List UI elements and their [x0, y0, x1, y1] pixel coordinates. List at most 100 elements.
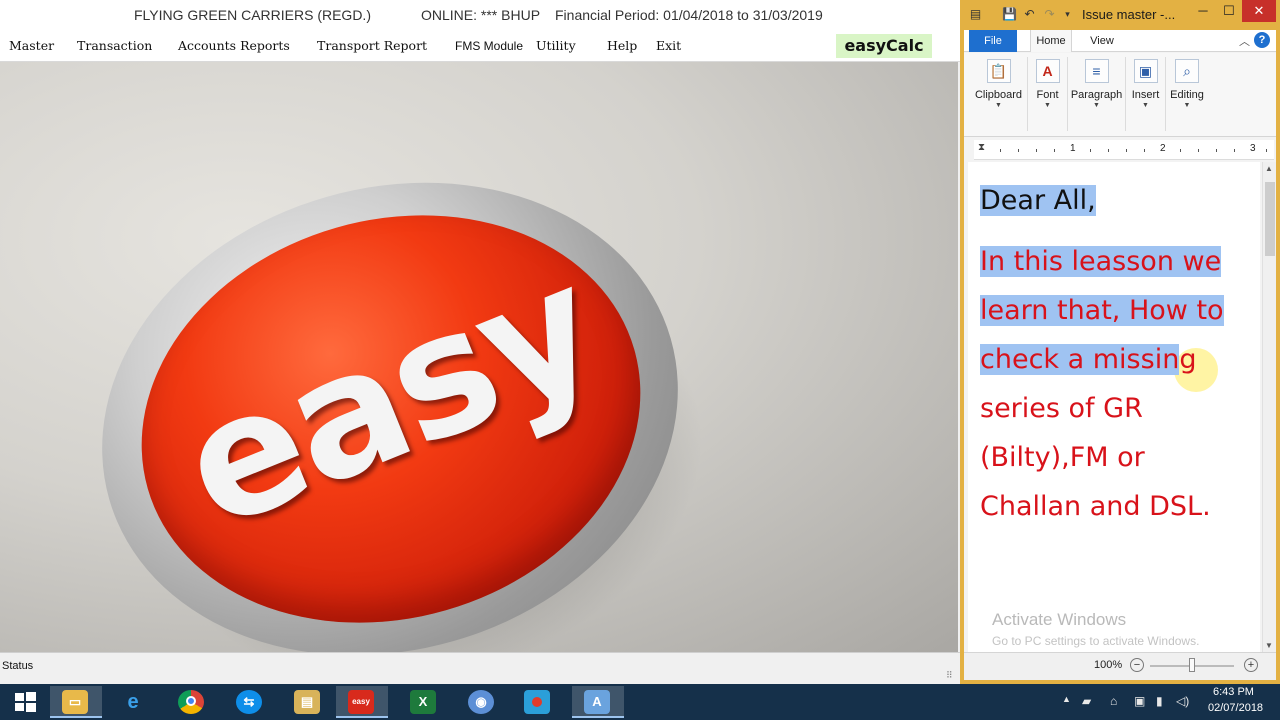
app-status-bar: Status ⠿: [0, 652, 960, 684]
app-title-period: Financial Period: 01/04/2018 to 31/03/20…: [555, 7, 823, 23]
doc-line-5: (Bilty),FM or: [980, 442, 1145, 473]
chevron-down-icon: ▼: [1093, 102, 1100, 109]
resize-grip-icon[interactable]: ⠿: [946, 670, 956, 680]
tab-view[interactable]: View: [1084, 30, 1120, 52]
document-text[interactable]: Dear All, In this leasson we learn that,…: [980, 176, 1250, 531]
menu-transaction[interactable]: Transaction: [77, 38, 152, 53]
scroll-thumb[interactable]: [1265, 182, 1275, 256]
customize-toolbar-icon[interactable]: ▾: [1060, 7, 1075, 22]
scroll-down-icon[interactable]: ▼: [1265, 641, 1273, 650]
scroll-up-icon[interactable]: ▲: [1265, 164, 1273, 173]
insert-picture-icon: ▣: [1133, 59, 1158, 83]
zoom-percent: 100%: [1094, 659, 1123, 671]
file-explorer-icon: ▭: [62, 690, 88, 714]
action-center-icon[interactable]: ▰: [1082, 694, 1091, 708]
indent-marker-icon[interactable]: ⧗: [978, 142, 985, 153]
ribbon-insert[interactable]: ▣ Insert ▼: [1126, 57, 1166, 131]
volume-icon[interactable]: ◁): [1176, 694, 1189, 708]
minimize-button[interactable]: ─: [1190, 0, 1216, 22]
zoom-in-button[interactable]: +: [1244, 658, 1258, 672]
paragraph-icon: ≡: [1084, 59, 1109, 83]
close-button[interactable]: ✕: [1242, 0, 1276, 22]
easycalc-button[interactable]: easyCalc: [836, 34, 932, 58]
menu-master[interactable]: Master: [9, 38, 54, 53]
vertical-scrollbar[interactable]: ▲ ▼: [1262, 162, 1276, 652]
taskbar-wordpad[interactable]: A: [572, 686, 624, 718]
taskbar-folder[interactable]: ▤: [282, 686, 334, 718]
battery-icon[interactable]: ▮: [1156, 694, 1163, 708]
menu-transport-report[interactable]: Transport Report: [317, 38, 427, 53]
ribbon-paragraph-label: Paragraph: [1070, 89, 1123, 101]
status-label: Status: [2, 660, 34, 672]
display-icon[interactable]: ▣: [1134, 694, 1145, 708]
app-title-company: FLYING GREEN CARRIERS (REGD.): [134, 7, 371, 23]
app-title-online: ONLINE: *** BHUP: [421, 7, 541, 23]
activate-windows-subtitle: Go to PC settings to activate Windows.: [992, 634, 1200, 648]
wordpad-status-bar: 100% − +: [964, 652, 1276, 680]
ruler[interactable]: ⧗ 1 2 3: [974, 140, 1274, 160]
collapse-ribbon-icon[interactable]: ︿: [1239, 33, 1250, 49]
excel-icon: X: [410, 690, 436, 714]
transport-app-window: FLYING GREEN CARRIERS (REGD.) ONLINE: **…: [0, 0, 960, 684]
taskbar-teamviewer[interactable]: ⇆: [224, 686, 276, 718]
undo-icon[interactable]: ↶: [1022, 7, 1037, 22]
ribbon-editing-label: Editing: [1170, 89, 1204, 101]
ruler-number: 2: [1160, 143, 1166, 154]
app-title-bar: FLYING GREEN CARRIERS (REGD.) ONLINE: **…: [0, 0, 960, 30]
chrome-alt-icon: ◉: [468, 690, 494, 714]
teamviewer-icon: ⇆: [236, 690, 262, 714]
chevron-down-icon: ▼: [1142, 102, 1149, 109]
tray-expand-icon[interactable]: ▲: [1062, 694, 1071, 704]
maximize-button[interactable]: ☐: [1216, 0, 1242, 22]
network-share-icon[interactable]: ⌂: [1110, 694, 1117, 708]
binoculars-icon: ⌕: [1175, 59, 1199, 83]
menu-help[interactable]: Help: [607, 38, 637, 53]
ribbon-clipboard[interactable]: 📋 Clipboard ▼: [970, 57, 1028, 131]
wordpad-app-icon[interactable]: ▤: [968, 7, 983, 22]
zoom-slider-thumb[interactable]: [1189, 658, 1195, 672]
wordpad-window: ▤ 💾 ↶ ↷ ▾ Issue master -... ─ ☐ ✕ File H…: [960, 0, 1280, 684]
ruler-number: 1: [1070, 143, 1076, 154]
tab-home[interactable]: Home: [1030, 30, 1072, 52]
wordpad-title-bar: ▤ 💾 ↶ ↷ ▾ Issue master -... ─ ☐ ✕: [964, 0, 1276, 30]
taskbar-chrome[interactable]: [166, 686, 218, 718]
font-icon: A: [1035, 59, 1060, 83]
recorder-icon: [524, 690, 550, 714]
taskbar-file-explorer[interactable]: ▭: [50, 686, 102, 718]
ribbon-tabs: File Home View ︿ ?: [964, 30, 1276, 52]
wordpad-icon: A: [584, 690, 610, 714]
ribbon-font-label: Font: [1036, 89, 1059, 101]
document-area[interactable]: Dear All, In this leasson we learn that,…: [968, 162, 1260, 652]
taskbar-recorder[interactable]: [512, 686, 564, 718]
ribbon-insert-label: Insert: [1131, 89, 1160, 101]
ribbon-editing[interactable]: ⌕ Editing ▼: [1166, 57, 1208, 131]
ribbon-paragraph[interactable]: ≡ Paragraph ▼: [1068, 57, 1126, 131]
chevron-down-icon: ▼: [1183, 102, 1191, 109]
help-icon[interactable]: ?: [1254, 32, 1270, 48]
menu-fms-module[interactable]: FMS Module: [455, 39, 523, 53]
clock-date[interactable]: 02/07/2018: [1208, 702, 1263, 714]
internet-explorer-icon: e: [127, 691, 139, 713]
menu-accounts-reports[interactable]: Accounts Reports: [178, 38, 290, 53]
menu-exit[interactable]: Exit: [656, 38, 681, 53]
taskbar-chrome-alt[interactable]: ◉: [456, 686, 508, 718]
taskbar-internet-explorer[interactable]: e: [108, 686, 160, 718]
app-background-image: easy: [0, 62, 958, 652]
tab-file[interactable]: File: [969, 30, 1017, 52]
menu-utility[interactable]: Utility: [536, 38, 576, 53]
clock-time[interactable]: 6:43 PM: [1213, 686, 1254, 698]
taskbar-easy-app[interactable]: easy: [336, 686, 388, 718]
zoom-out-button[interactable]: −: [1130, 658, 1144, 672]
start-button[interactable]: [0, 686, 52, 718]
doc-line-3-selected: check a missin: [980, 344, 1180, 375]
ribbon-font[interactable]: A Font ▼: [1028, 57, 1068, 131]
activate-windows-title: Activate Windows: [992, 610, 1127, 629]
chrome-icon: [178, 690, 204, 714]
doc-greeting: Dear All,: [980, 185, 1096, 216]
doc-line-4: series of GR: [980, 393, 1143, 424]
taskbar-excel[interactable]: X: [398, 686, 450, 718]
chevron-down-icon: ▼: [1044, 102, 1051, 109]
redo-icon[interactable]: ↷: [1042, 7, 1057, 22]
app-menu-bar: Master Transaction Accounts Reports Tran…: [0, 30, 960, 62]
save-icon[interactable]: 💾: [1002, 7, 1017, 22]
